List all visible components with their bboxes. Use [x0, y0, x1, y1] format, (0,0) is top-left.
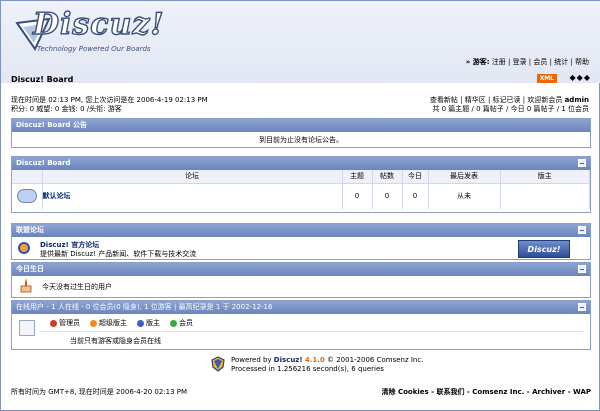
shield-icon [211, 356, 225, 372]
legend-admin: 管理员 [50, 318, 80, 328]
powered-copyright: © 2001-2006 Comsenz Inc. [326, 356, 424, 364]
forum-list-box: Discuz! Board 论坛 主题 帖数 今日 最后发表 版主 默认论坛 0… [11, 156, 591, 213]
legend-supermod: 超级版主 [90, 318, 127, 328]
post-stats: 共 0 篇主题 / 0 篇帖子 / 今日 0 篇帖子 / 1 位会员 [432, 105, 589, 113]
online-none-text: 当前只有游客或隐身会员在线 [70, 337, 161, 345]
icon-col [12, 170, 43, 184]
divider [40, 331, 585, 332]
board-title[interactable]: Discuz! Board [11, 75, 73, 84]
legend-member: 会员 [170, 318, 193, 328]
user-info: 现在时间是 02:13 PM, 您上次访问是在 2006-4-19 02:13 … [11, 96, 208, 114]
powered-prefix: Powered by [231, 356, 274, 364]
collapse-icon[interactable] [578, 159, 586, 167]
league-forum-desc: 提供最新 Discuz! 产品新闻、软件下载与技术交流 [40, 250, 197, 258]
birthday-text: 今天没有过生日的用户 [42, 283, 112, 291]
more-arrows-icon[interactable]: ◆◆◆ [570, 73, 591, 82]
online-box: 在线用户 - 1 人在线 - 0 位会员(0 隐身), 1 位游客 | 最高纪录… [11, 300, 591, 350]
top-nav: » 游客: 注册 | 登录 | 会员 | 统计 | 帮助 [466, 57, 589, 67]
online-summary: - 1 人在线 - 0 位会员(0 隐身), 1 位游客 | 最高纪录是 1 于… [46, 303, 273, 311]
col-posts: 帖数 [372, 170, 403, 184]
mod-user-icon [137, 319, 144, 327]
legend-label: 管理员 [59, 319, 80, 327]
collapse-icon[interactable] [578, 226, 586, 234]
discuz-logo[interactable]: Discuz! Technology Powered Our Boards [15, 6, 175, 57]
quick-links[interactable]: 查看新帖 | 精华区 | 标记已读 | 欢迎新会员 [430, 96, 562, 104]
col-last: 最后发表 [428, 170, 501, 184]
member-user-icon [170, 319, 177, 327]
forum-name[interactable]: 默认论坛 [42, 183, 343, 209]
col-mod: 版主 [500, 170, 590, 184]
league-row: Discuz! 官方论坛 提供最新 Discuz! 产品新闻、软件下载与技术交流… [12, 237, 590, 260]
visit-time: 现在时间是 02:13 PM, 您上次访问是在 2006-4-19 02:13 … [11, 96, 208, 104]
legend-label: 版主 [146, 319, 160, 327]
forum-last-post: 从未 [428, 183, 501, 209]
board-frame: Discuz! Technology Powered Our Boards » … [0, 0, 600, 411]
announcement-box: Discuz! Board 公告 到目前为止没有论坛公告。 [11, 118, 591, 148]
col-topics: 主题 [342, 170, 373, 184]
xml-badge[interactable]: XML [536, 74, 557, 83]
league-globe-icon [18, 242, 30, 254]
collapse-icon[interactable] [578, 265, 586, 273]
forum-today: 0 [402, 183, 429, 209]
people-icon [19, 320, 35, 336]
powered-version: 4.1.0 [304, 356, 325, 364]
forum-list-title: Discuz! Board [16, 159, 71, 167]
legend-label: 超级版主 [99, 319, 127, 327]
processed-line: Processed in 1.256216 second(s), 6 queri… [231, 365, 384, 373]
legend-label: 会员 [179, 319, 193, 327]
legend-mod: 版主 [137, 318, 160, 328]
forum-icon-cell [12, 183, 43, 209]
league-banner[interactable]: Discuz! [518, 240, 570, 258]
birthday-row: 今天没有过生日的用户 [12, 276, 590, 298]
announcement-text: 到目前为止没有论坛公告。 [259, 136, 343, 144]
online-title[interactable]: 在线用户 [16, 303, 44, 311]
league-header: 联盟论坛 [12, 224, 590, 237]
birthday-box: 今日生日 今天没有过生日的用户 [11, 262, 591, 298]
birthday-header: 今日生日 [12, 263, 590, 276]
collapse-icon[interactable] [578, 303, 586, 311]
cake-icon [20, 279, 32, 293]
league-title: 联盟论坛 [16, 226, 44, 234]
powered-brand[interactable]: Discuz! [274, 356, 303, 364]
user-credits: 积分: 0 威望: 0 金钱: 0 /头衔: 游客 [11, 105, 122, 113]
admin-user-icon [50, 319, 57, 327]
supermod-user-icon [90, 319, 97, 327]
birthday-title: 今日生日 [16, 265, 44, 273]
board-stats: 查看新帖 | 精华区 | 标记已读 | 欢迎新会员 admin 共 0 篇主题 … [430, 96, 589, 114]
logo-wordmark: Discuz! [32, 6, 165, 42]
footer-links[interactable]: 清除 Cookies - 联系我们 - Comsenz Inc. - Archi… [382, 387, 591, 397]
forum-moderator [500, 183, 590, 209]
forum-list-header: Discuz! Board [12, 157, 590, 170]
forum-posts: 0 [372, 183, 403, 209]
col-forum: 论坛 [42, 170, 343, 184]
online-header: 在线用户 - 1 人在线 - 0 位会员(0 隐身), 1 位游客 | 最高纪录… [12, 301, 590, 314]
member-legend: 管理员 超级版主 版主 会员 [50, 318, 193, 328]
powered-line: Powered by Discuz! 4.1.0 © 2001-2006 Com… [231, 356, 423, 364]
col-today: 今日 [402, 170, 429, 184]
forum-table: 论坛 主题 帖数 今日 最后发表 版主 默认论坛 0 0 0 从未 [12, 170, 590, 209]
league-box: 联盟论坛 Discuz! 官方论坛 提供最新 Discuz! 产品新闻、软件下载… [11, 223, 591, 260]
top-nav-links[interactable]: 注册 | 登录 | 会员 | 统计 | 帮助 [492, 58, 589, 66]
logo-tagline: Technology Powered Our Boards [37, 45, 151, 53]
guest-label: » 游客: [465, 58, 490, 66]
new-member-link[interactable]: admin [565, 96, 589, 104]
timezone-text: 所有时间为 GMT+8, 现在时间是 2006-4-20 02:13 PM [11, 388, 188, 396]
online-row: 管理员 超级版主 版主 会员 当前只有游客或隐身会员在线 [12, 314, 590, 350]
table-row: 默认论坛 0 0 0 从未 [12, 183, 590, 209]
forum-topics: 0 [342, 183, 373, 209]
forum-bubble-icon [16, 189, 37, 204]
announcement-header: Discuz! Board 公告 [12, 119, 590, 132]
